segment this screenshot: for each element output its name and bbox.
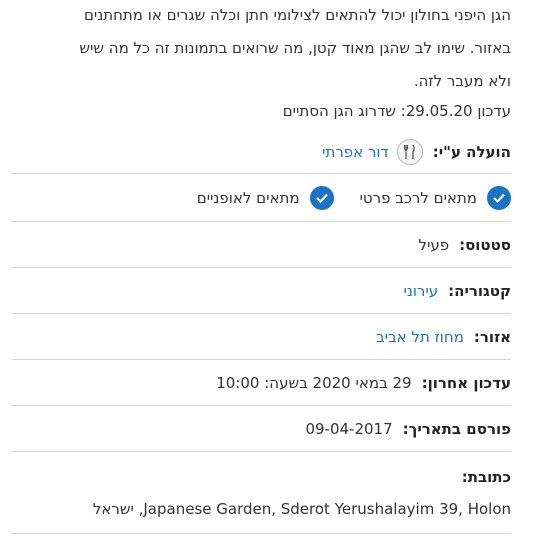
description: הגן היפני בחולון יכול להתאים לצילומי חתן… xyxy=(12,0,511,98)
published-value: 09-04-2017 xyxy=(305,419,393,438)
address-row: כתובת: Japanese Garden, Sderot Yerushala… xyxy=(12,452,511,534)
description-line: הגן היפני בחולון יכול להתאים לצילומי חתן… xyxy=(83,6,511,24)
check-circle-icon xyxy=(309,185,334,210)
description-line: באזור. שימו לב שהגן מאוד קטן, מה שרואים … xyxy=(79,39,511,57)
status-row: סטטוס: פעיל xyxy=(12,222,511,268)
last-update-label: עדכון אחרון: xyxy=(421,373,511,392)
uploader-row: הועלה ע"י: דור אפרתי xyxy=(12,130,511,174)
category-link[interactable]: עירוני xyxy=(403,282,438,300)
published-row: פורסם בתאריך: 09-04-2017 xyxy=(12,406,511,452)
suitability-private-car: מתאים לרכב פרטי xyxy=(359,185,511,210)
suitability-label: מתאים לאופניים xyxy=(196,188,300,207)
check-circle-icon xyxy=(487,185,511,210)
status-value: פעיל xyxy=(418,235,450,254)
update-note: עדכון 29.05.20: שדרוג הגן הסתיים xyxy=(282,102,511,120)
published-label: פורסם בתאריך: xyxy=(402,419,511,438)
last-update-value: 29 במאי 2020 בשעה: 10:00 xyxy=(216,373,412,392)
uploader-name-link[interactable]: דור אפרתי xyxy=(322,143,389,161)
suitability-label: מתאים לרכב פרטי xyxy=(359,188,477,207)
area-label: אזור: xyxy=(473,327,511,346)
last-update-row: עדכון אחרון: 29 במאי 2020 בשעה: 10:00 xyxy=(12,360,511,406)
address-label: כתובת: xyxy=(461,467,511,486)
category-label: קטגוריה: xyxy=(448,281,511,300)
area-row: אזור: מחוז תל אביב xyxy=(12,314,511,360)
suitability-bicycle: מתאים לאופניים xyxy=(196,185,334,210)
details-panel: הגן היפני בחולון יכול להתאים לצילומי חתן… xyxy=(0,0,533,534)
description-line: ולא מעבר לזה. xyxy=(413,72,511,90)
avatar-fork-knife-icon[interactable] xyxy=(396,138,423,165)
category-row: קטגוריה: עירוני xyxy=(12,268,511,314)
uploader-label: הועלה ע"י: xyxy=(432,142,511,161)
address-value: Japanese Garden, Sderot Yerushalayim 39,… xyxy=(92,499,511,518)
suitability-row: מתאים לרכב פרטי מתאים לאופניים xyxy=(12,174,511,222)
area-link[interactable]: מחוז תל אביב xyxy=(376,328,464,346)
status-label: סטטוס: xyxy=(459,235,511,254)
